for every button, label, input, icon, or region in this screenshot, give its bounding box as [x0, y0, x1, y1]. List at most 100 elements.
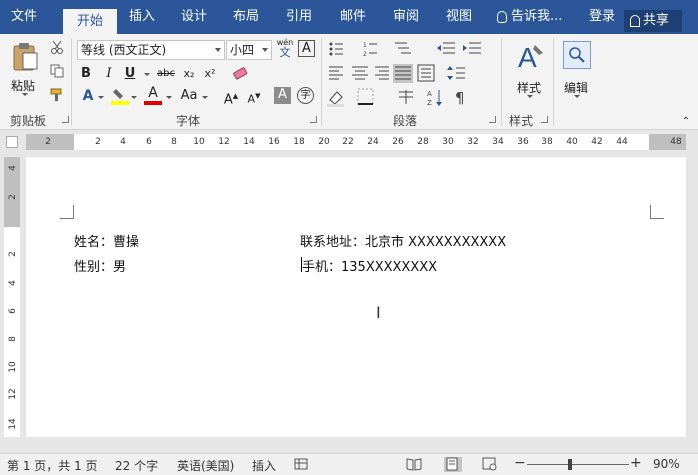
group-separator [321, 38, 322, 126]
web-layout-icon[interactable] [482, 457, 500, 472]
underline-button[interactable]: U [122, 66, 138, 82]
char-shading-button[interactable]: A [274, 87, 291, 104]
font-color-dropdown-arrow[interactable] [166, 96, 172, 99]
page-count[interactable]: 第 1 页，共 1 页 [7, 457, 98, 474]
underline-dropdown-arrow[interactable] [144, 73, 150, 76]
horizontal-ruler[interactable]: 2 2 4 6 8 10 12 14 16 18 20 22 24 26 28 30 32 34 36 38 40 42 4… [26, 134, 686, 150]
font-color-letter: A [148, 85, 158, 101]
status-bar: 第 1 页，共 1 页 22 个字 英语(美国) 插入 − + 90% [0, 453, 698, 475]
ruler-tick-label: 26 [392, 137, 404, 147]
grow-font-button[interactable]: A▲ [223, 88, 239, 108]
print-layout-icon[interactable] [444, 457, 462, 472]
vruler-tick-label: 6 [8, 308, 18, 314]
tab-insert[interactable]: 插入 [124, 0, 160, 34]
highlighter-icon [111, 89, 129, 105]
strikethrough-button[interactable]: abc [154, 66, 178, 82]
zoom-out-button[interactable]: − [514, 455, 526, 471]
tell-me-text: 告诉我... [511, 9, 563, 24]
styles-button[interactable]: A 样式 [509, 40, 549, 108]
read-mode-icon[interactable] [406, 457, 424, 472]
text-effects-dropdown-arrow[interactable] [98, 96, 104, 99]
distributed-icon [417, 64, 435, 82]
svg-text:¶: ¶ [455, 89, 465, 107]
horizontal-ruler-bar: 2 2 4 6 8 10 12 14 16 18 20 22 24 26 28 30 32 34 36 38 40 42 4… [0, 131, 698, 153]
cut-icon[interactable] [49, 40, 65, 59]
zoom-slider[interactable] [527, 464, 629, 465]
tab-mailings[interactable]: 邮件 [335, 0, 371, 34]
insert-mode[interactable]: 插入 [252, 457, 276, 474]
paste-button[interactable]: 粘贴 [6, 40, 42, 96]
paste-label: 粘贴 [11, 79, 36, 93]
ruler-tick-label: 44 [616, 137, 628, 147]
font-launcher-icon[interactable] [310, 116, 317, 123]
numbering-icon: 12 [363, 42, 377, 58]
ruler-tick-label: 12 [218, 137, 230, 147]
ruler-tick-label: 28 [417, 137, 429, 147]
font-size-combo[interactable]: 小四 [226, 40, 272, 60]
tab-selector[interactable] [6, 136, 18, 148]
group-separator [553, 38, 554, 126]
styles-launcher-icon[interactable] [541, 116, 548, 123]
bold-button[interactable]: B [78, 66, 94, 82]
zoom-slider-thumb[interactable] [568, 459, 572, 470]
document-page[interactable]: 姓名：曹操 联系地址：北京市 XXXXXXXXXXX 性别：男 手机：135XX… [26, 157, 686, 437]
editing-button[interactable]: 编辑 [559, 40, 595, 108]
text-effects-button[interactable]: A [80, 88, 96, 104]
superscript-button[interactable]: x² [201, 66, 219, 82]
bullets-icon [329, 42, 343, 56]
paste-dropdown-arrow [22, 93, 28, 96]
paragraph-launcher-icon[interactable] [489, 116, 496, 123]
char-border-button[interactable]: A [298, 40, 315, 57]
group-separator [501, 38, 502, 126]
phonetic-guide-button[interactable]: wén 文 [275, 38, 295, 59]
copy-icon[interactable] [49, 64, 65, 83]
font-size-value: 小四 [230, 43, 255, 57]
tell-me-box[interactable]: 告诉我... [497, 0, 562, 34]
change-case-dropdown-arrow[interactable] [202, 96, 208, 99]
tab-file[interactable]: 文件 [6, 0, 42, 34]
vertical-ruler[interactable]: 4 2 2 4 6 8 10 12 14 [4, 157, 20, 437]
paragraph-group-label: 段落 [393, 114, 418, 128]
styles-label: 样式 [517, 81, 542, 95]
tab-home[interactable]: 开始 [63, 9, 117, 34]
ruler-tick-label: 2 [45, 137, 51, 147]
font-name-combo[interactable]: 等线 (西文正文) [77, 40, 225, 60]
font-color-button[interactable]: A [144, 86, 162, 105]
phonetic-char: 文 [279, 46, 291, 59]
tab-review[interactable]: 审阅 [388, 0, 424, 34]
zoom-level[interactable]: 90% [653, 457, 680, 471]
chevron-down-icon [215, 48, 221, 52]
ibeam-cursor-icon: I [376, 303, 381, 322]
zoom-in-button[interactable]: + [630, 455, 642, 471]
enclose-char-button[interactable]: 字 [297, 87, 314, 104]
doc-line-1-left: 姓名：曹操 [74, 235, 140, 250]
shrink-font-button[interactable]: A▼ [246, 88, 262, 108]
tab-view[interactable]: 视图 [441, 0, 477, 34]
share-button[interactable]: 共享 [624, 10, 682, 32]
tab-references[interactable]: 引用 [281, 0, 317, 34]
highlight-button[interactable] [111, 86, 129, 111]
clipboard-launcher-icon[interactable] [62, 116, 69, 123]
ribbon-tab-bar: 文件 开始 插入 设计 布局 引用 邮件 审阅 视图 告诉我... 登录 共享 [0, 0, 698, 34]
vruler-tick-label: 12 [8, 388, 18, 400]
collapse-ribbon-icon[interactable]: ⌃ [680, 114, 692, 130]
justify-icon [393, 64, 413, 83]
login-link[interactable]: 登录 [589, 0, 615, 34]
macro-record-icon[interactable] [294, 457, 312, 472]
clear-formatting-button[interactable] [231, 64, 249, 87]
paragraph-row-2 [329, 64, 465, 83]
subscript-button[interactable]: x₂ [180, 66, 198, 82]
change-case-button[interactable]: Aa [178, 88, 200, 104]
highlight-dropdown-arrow[interactable] [131, 96, 137, 99]
ruler-tick-label: 30 [442, 137, 454, 147]
tab-design[interactable]: 设计 [176, 0, 212, 34]
word-count[interactable]: 22 个字 [115, 457, 158, 474]
language[interactable]: 英语(美国) [177, 457, 234, 474]
grow-font-letter: A [223, 92, 233, 108]
show-marks-icon: ¶ [455, 89, 465, 107]
tab-layout[interactable]: 布局 [228, 0, 264, 34]
format-painter-icon[interactable] [49, 88, 65, 107]
ruler-tick-label: 2 [95, 137, 101, 147]
italic-button[interactable]: I [101, 66, 117, 82]
vruler-tick-label: 4 [8, 280, 18, 286]
